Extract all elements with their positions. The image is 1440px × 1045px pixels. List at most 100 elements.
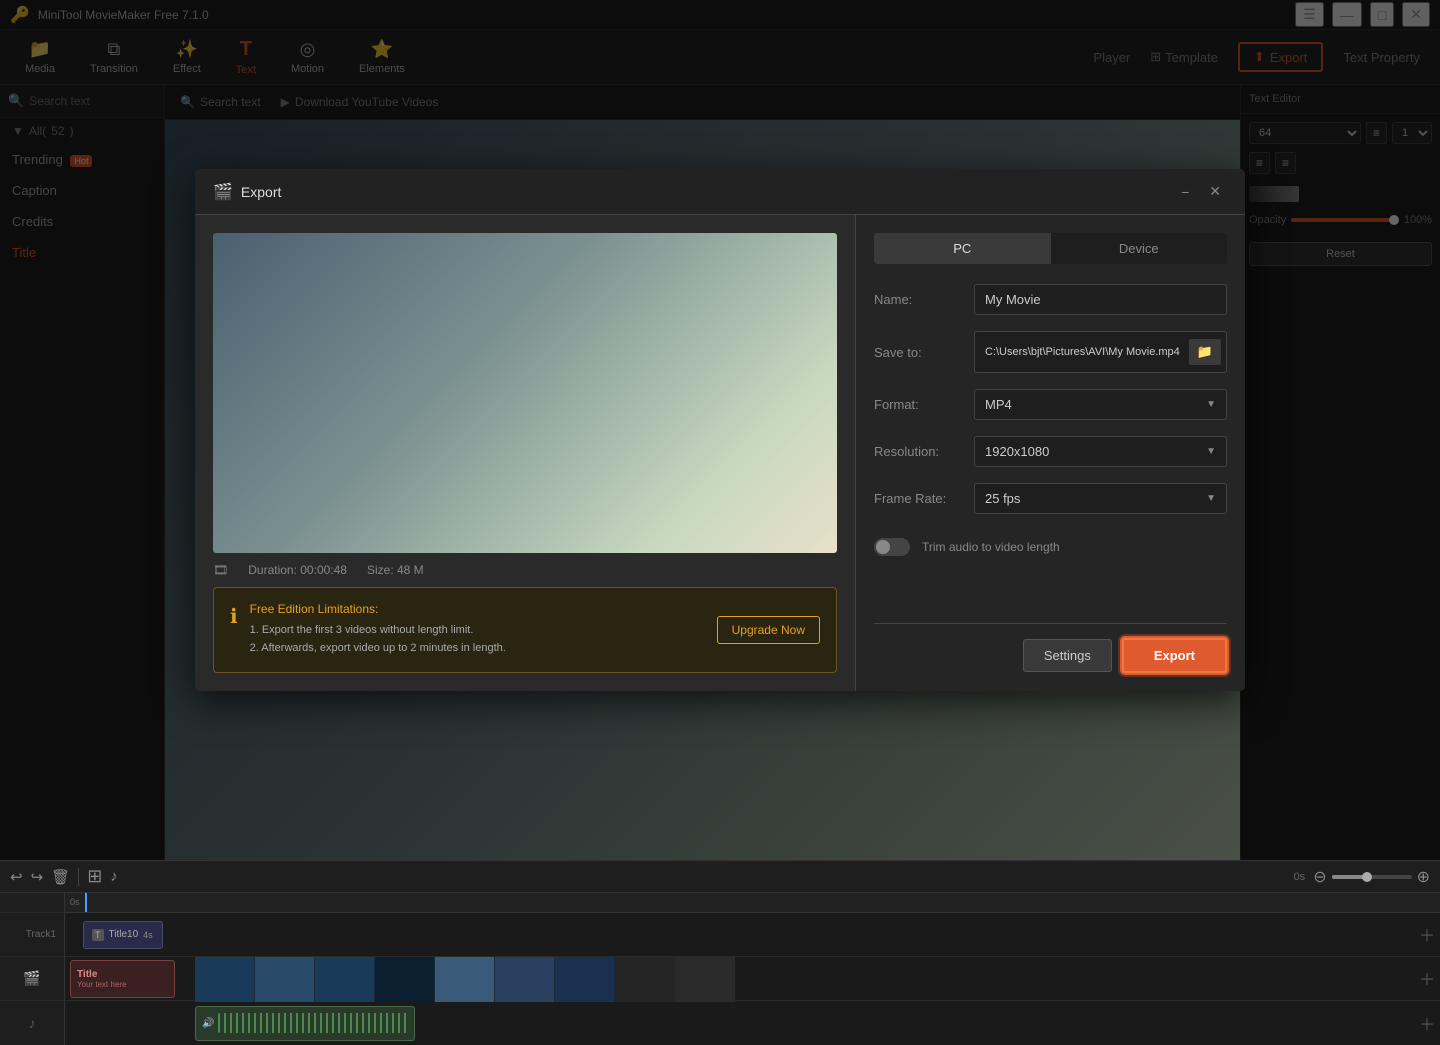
framerate-value: 25 fps: [985, 491, 1020, 506]
title-clip-content: Title Your text here: [77, 969, 127, 989]
resolution-value: 1920x1080: [985, 444, 1049, 459]
timeline-body: Track1 🎬 ♪ 0s T Title10 4s ＋: [0, 893, 1440, 1045]
add-video-btn[interactable]: ＋: [1419, 966, 1435, 990]
video-track-icon: 🎬: [0, 957, 64, 1001]
text-clip-icon: T: [92, 929, 104, 941]
zoom-controls: ⊖ ⊕: [1313, 867, 1430, 887]
settings-button[interactable]: Settings: [1023, 639, 1112, 672]
film-icon: 🎞: [213, 563, 228, 577]
toggle-knob: [876, 540, 890, 554]
filmstrip: [195, 957, 735, 1002]
playhead: [85, 893, 87, 912]
timeline: ↩ ↪ 🗑 ⊞ ♪ 0s ⊖ ⊕ Track1 🎬 ♪ 0s: [0, 860, 1440, 1045]
text-track: T Title10 4s ＋: [65, 913, 1440, 957]
name-label: Name:: [874, 292, 974, 307]
name-value: My Movie: [985, 292, 1041, 307]
separator1: [78, 868, 79, 886]
text-clip[interactable]: T Title10 4s: [83, 921, 163, 949]
add-audio-button[interactable]: ♪: [110, 868, 118, 885]
modal-header: 🎬 Export − ✕: [195, 169, 1245, 215]
zoom-out-btn[interactable]: ⊖: [1313, 867, 1326, 887]
audio-icon: 🔊: [202, 1018, 214, 1029]
zoom-slider[interactable]: [1332, 875, 1412, 879]
preview-info: 🎞 Duration: 00:00:48 Size: 48 M: [213, 563, 837, 577]
format-select[interactable]: MP4 ▼: [974, 389, 1227, 420]
redo-button[interactable]: ↪: [31, 868, 44, 886]
ruler-spacer: [0, 893, 64, 913]
modal-title-label: Export: [241, 184, 281, 200]
modal-overlay: 🎬 Export − ✕ 🎞 Duration: 00:00:48 Size: …: [0, 0, 1440, 860]
timeline-ruler: 0s: [65, 893, 1440, 913]
mode-tabs: PC Device: [874, 233, 1227, 264]
film-frame-6: [495, 957, 555, 1002]
track1-label: Track1: [0, 913, 64, 957]
framerate-dropdown-icon: ▼: [1206, 493, 1216, 504]
warning-line1: 1. Export the first 3 videos without len…: [250, 622, 705, 640]
title-clip-subtitle: Your text here: [77, 980, 127, 989]
saveto-label: Save to:: [874, 345, 974, 360]
saveto-row: Save to: C:\Users\bjt\Pictures\AVI\My Mo…: [874, 331, 1227, 373]
modal-title-area: 🎬 Export: [213, 182, 281, 202]
zoom-fill: [1332, 875, 1364, 879]
resolution-select[interactable]: 1920x1080 ▼: [974, 436, 1227, 467]
name-input[interactable]: My Movie: [974, 284, 1227, 315]
format-dropdown-icon: ▼: [1206, 399, 1216, 410]
timeline-toolbar: ↩ ↪ 🗑 ⊞ ♪ 0s ⊖ ⊕: [0, 861, 1440, 893]
film-frame-4: [375, 957, 435, 1002]
delete-button[interactable]: 🗑: [51, 868, 70, 886]
playhead-time: 0s: [1294, 871, 1306, 883]
pc-tab[interactable]: PC: [874, 233, 1051, 264]
framerate-select[interactable]: 25 fps ▼: [974, 483, 1227, 514]
film-frame-3: [315, 957, 375, 1002]
audio-waveform: [218, 1013, 408, 1033]
undo-button[interactable]: ↩: [10, 868, 23, 886]
warning-title: Free Edition Limitations:: [250, 602, 705, 616]
modal-controls: − ✕: [1175, 181, 1227, 202]
format-row: Format: MP4 ▼: [874, 389, 1227, 420]
film-frame-7: [555, 957, 615, 1002]
audio-clip[interactable]: 🔊: [195, 1006, 415, 1041]
path-value: C:\Users\bjt\Pictures\AVI\My Movie.mp4: [985, 346, 1184, 358]
modal-settings-area: PC Device Name: My Movie Save to: C:\Use…: [855, 215, 1245, 690]
add-audio-track-btn[interactable]: ＋: [1419, 1011, 1435, 1035]
warning-box: ℹ Free Edition Limitations: 1. Export th…: [213, 587, 837, 672]
film-frame-8: [615, 957, 675, 1002]
video-track: Title Your text here ＋: [65, 957, 1440, 1001]
zoom-handle: [1362, 872, 1372, 882]
film-frame-9: [675, 957, 735, 1002]
title-clip-label: Title: [77, 969, 127, 980]
warning-line2: 2. Afterwards, export video up to 2 minu…: [250, 640, 705, 658]
add-media-button[interactable]: ⊞: [87, 866, 102, 887]
zoom-in-btn[interactable]: ⊕: [1417, 867, 1430, 887]
text-clip-duration: 4s: [143, 930, 153, 940]
resolution-dropdown-icon: ▼: [1206, 446, 1216, 457]
trim-audio-label: Trim audio to video length: [922, 540, 1060, 554]
add-text-btn[interactable]: ＋: [1419, 922, 1435, 946]
size-label: Size: 48 M: [367, 563, 424, 577]
trim-audio-row: Trim audio to video length: [874, 538, 1227, 556]
film-frame-1: [195, 957, 255, 1002]
track-labels: Track1 🎬 ♪: [0, 893, 65, 1045]
framerate-label: Frame Rate:: [874, 491, 974, 506]
ruler-mark-0: 0s: [70, 897, 80, 907]
modal-body: 🎞 Duration: 00:00:48 Size: 48 M ℹ Free E…: [195, 215, 1245, 690]
timeline-content: 0s T Title10 4s ＋ Title Your text here: [65, 893, 1440, 1045]
film-frame-2: [255, 957, 315, 1002]
resolution-row: Resolution: 1920x1080 ▼: [874, 436, 1227, 467]
preview-video: [213, 233, 837, 553]
modal-logo-icon: 🎬: [213, 182, 233, 202]
format-label: Format:: [874, 397, 974, 412]
device-tab[interactable]: Device: [1051, 233, 1228, 264]
resolution-label: Resolution:: [874, 444, 974, 459]
folder-browse-btn[interactable]: 📁: [1189, 339, 1221, 365]
modal-minimize-btn[interactable]: −: [1175, 181, 1195, 202]
export-button-modal[interactable]: Export: [1122, 638, 1227, 673]
format-value: MP4: [985, 397, 1012, 412]
warning-content: Free Edition Limitations: 1. Export the …: [250, 602, 705, 657]
saveto-path: C:\Users\bjt\Pictures\AVI\My Movie.mp4 📁: [974, 331, 1227, 373]
audio-track-icon: ♪: [0, 1001, 64, 1045]
modal-close-btn[interactable]: ✕: [1203, 181, 1227, 202]
title-clip[interactable]: Title Your text here: [70, 960, 175, 998]
upgrade-now-button[interactable]: Upgrade Now: [717, 616, 820, 644]
trim-audio-toggle[interactable]: [874, 538, 910, 556]
